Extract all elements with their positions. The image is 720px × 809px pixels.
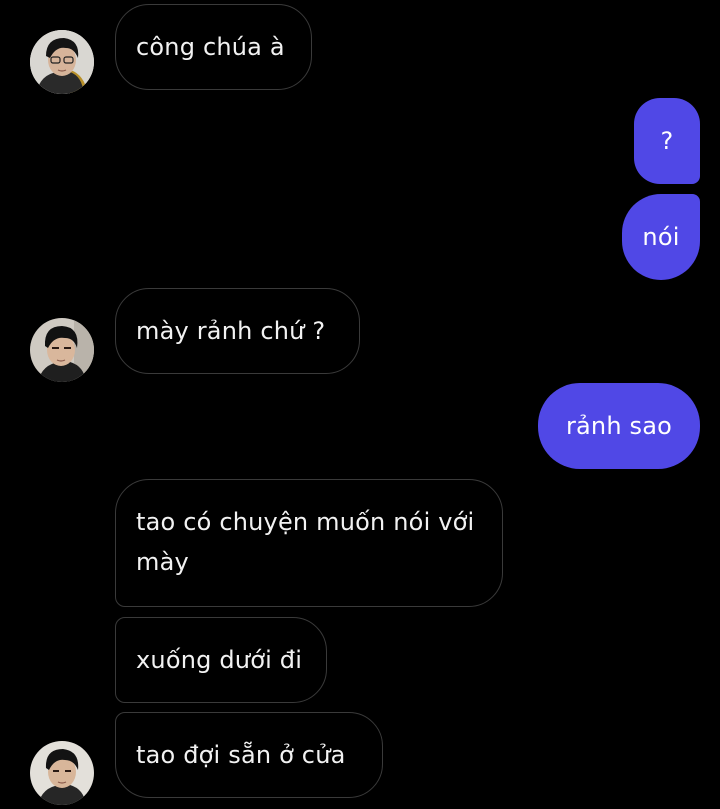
message-text: mày rảnh chứ ? (136, 317, 326, 345)
message-text: tao có chuyện muốn nói với mày (136, 508, 475, 576)
avatar-photo-icon (30, 318, 94, 382)
message-text: ? (660, 127, 674, 155)
contact-avatar[interactable] (30, 741, 94, 805)
avatar-photo-icon (30, 30, 94, 94)
outgoing-message[interactable]: nói (622, 194, 700, 280)
outgoing-message[interactable]: rảnh sao (538, 383, 700, 469)
message-text: tao đợi sẵn ở cửa (136, 741, 346, 769)
outgoing-message[interactable]: ? (634, 98, 700, 184)
message-text: công chúa à (136, 33, 285, 61)
incoming-message[interactable]: tao có chuyện muốn nói với mày (115, 479, 503, 607)
message-text: rảnh sao (565, 412, 673, 440)
contact-avatar[interactable] (30, 318, 94, 382)
incoming-message[interactable]: công chúa à (115, 4, 312, 90)
incoming-message[interactable]: mày rảnh chứ ? (115, 288, 360, 374)
message-text: nói (642, 223, 680, 251)
message-text: xuống dưới đi (136, 646, 303, 674)
incoming-message[interactable]: xuống dưới đi (115, 617, 327, 703)
chat-thread: công chúa à ? nói mày rảnh chứ ? rảnh sa… (0, 0, 720, 809)
avatar-photo-icon (30, 741, 94, 805)
contact-avatar[interactable] (30, 30, 94, 94)
incoming-message[interactable]: tao đợi sẵn ở cửa (115, 712, 383, 798)
